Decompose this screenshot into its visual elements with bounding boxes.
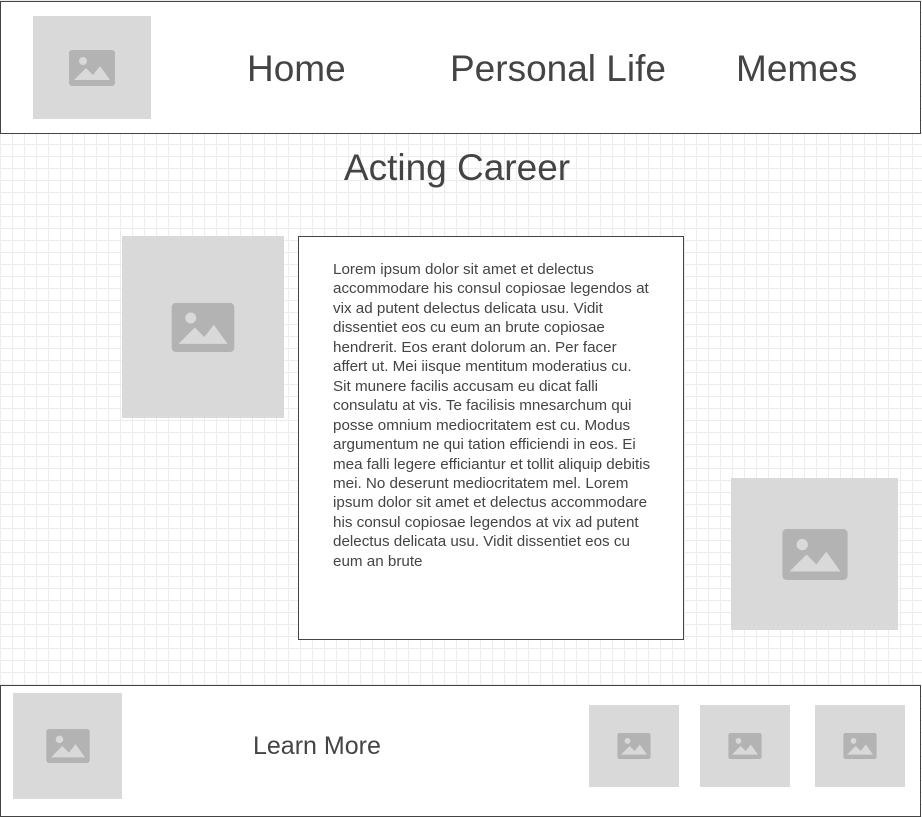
image-placeholder-icon (171, 302, 235, 352)
site-header: Home Personal Life Memes (0, 1, 921, 134)
footer-logo-placeholder[interactable] (13, 693, 122, 799)
right-image-placeholder (731, 478, 898, 630)
image-placeholder-icon (45, 729, 90, 763)
left-image-placeholder (122, 236, 284, 418)
nav-memes[interactable]: Memes (736, 48, 857, 90)
footer-image-placeholder-2[interactable] (700, 705, 790, 787)
body-text-box: Lorem ipsum dolor sit amet et delectus a… (298, 236, 684, 640)
image-placeholder-icon (69, 49, 115, 86)
image-placeholder-icon (843, 733, 877, 759)
site-footer: Learn More (0, 685, 921, 817)
learn-more-link[interactable]: Learn More (253, 732, 381, 761)
body-text: Lorem ipsum dolor sit amet et delectus a… (333, 261, 651, 570)
footer-image-placeholder-3[interactable] (815, 705, 905, 787)
nav-home[interactable]: Home (247, 48, 346, 90)
page-title: Acting Career (343, 147, 571, 188)
image-placeholder-icon (728, 733, 762, 759)
image-placeholder-icon (781, 528, 848, 580)
image-placeholder-icon (617, 733, 651, 759)
logo-image-placeholder[interactable] (33, 16, 151, 119)
footer-image-placeholder-1[interactable] (589, 705, 679, 787)
nav-personal-life[interactable]: Personal Life (450, 48, 666, 90)
